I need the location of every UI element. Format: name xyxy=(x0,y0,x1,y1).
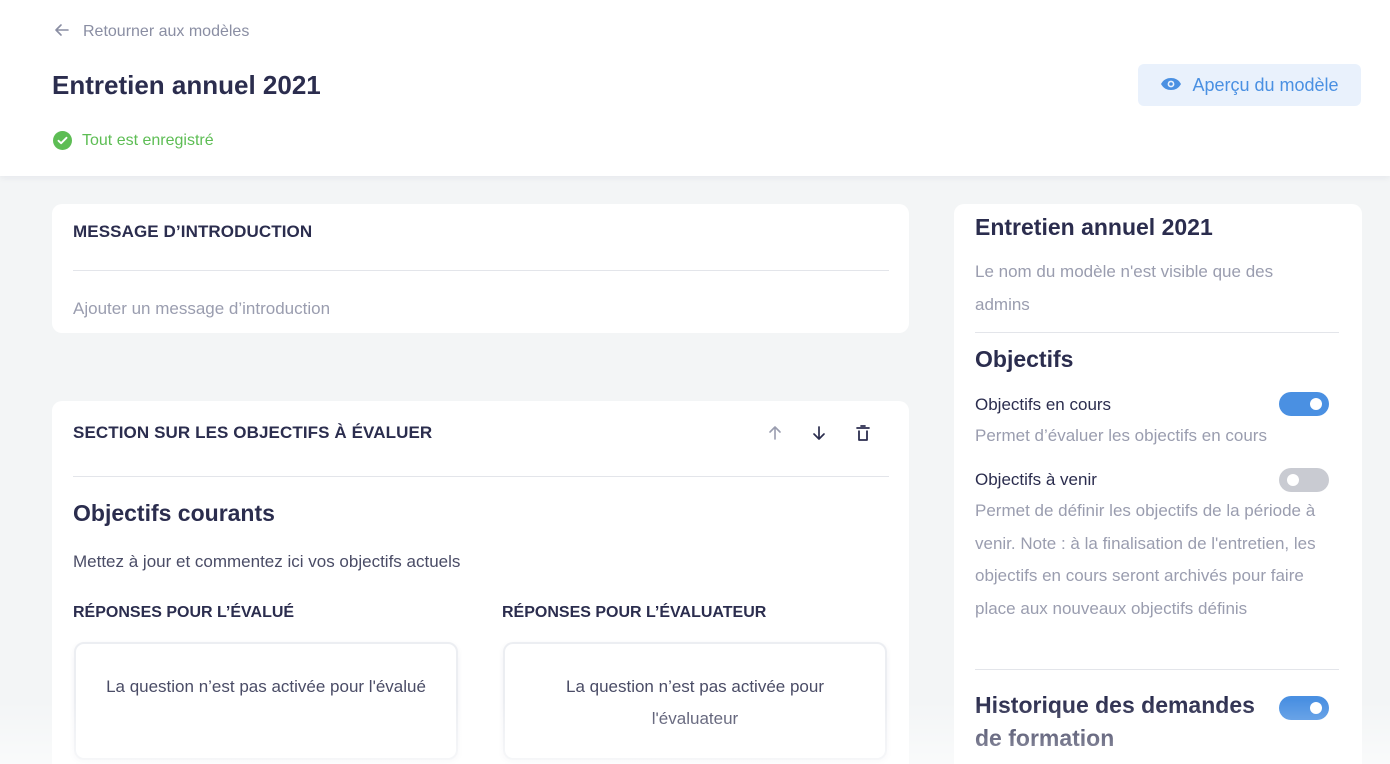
section-heading: SECTION SUR LES OBJECTIFS À ÉVALUER xyxy=(73,423,433,442)
save-status: Tout est enregistré xyxy=(53,131,214,150)
evaluator-answer-box: La question n’est pas activée pour l'éva… xyxy=(503,642,887,760)
upcoming-objectives-label: Objectifs à venir xyxy=(975,470,1097,489)
arrow-down-icon[interactable] xyxy=(809,423,829,443)
template-name-hint: Le nom du modèle n'est visible que des a… xyxy=(975,262,1274,314)
template-settings-panel: Entretien annuel 2021 Le nom du modèle n… xyxy=(954,204,1362,764)
check-circle-icon xyxy=(53,131,72,150)
divider xyxy=(975,669,1339,670)
upcoming-objectives-description: Permet de définir les objectifs de la pé… xyxy=(975,501,1316,618)
divider xyxy=(73,270,889,271)
training-history-title: Historique des demandes de formation xyxy=(975,692,1255,751)
current-objectives-toggle[interactable] xyxy=(1279,392,1329,416)
top-bar: Retourner aux modèles Entretien annuel 2… xyxy=(0,0,1390,176)
evaluator-answers-heading: RÉPONSES POUR L’ÉVALUATEUR xyxy=(502,604,767,621)
evaluee-answer-box: La question n’est pas activée pour l'éva… xyxy=(74,642,458,760)
objectives-settings-title: Objectifs xyxy=(975,346,1074,372)
current-objectives-label: Objectifs en cours xyxy=(975,395,1112,414)
trash-icon[interactable] xyxy=(853,423,873,443)
back-to-templates-link[interactable]: Retourner aux modèles xyxy=(53,22,249,42)
objectives-section-card: SECTION SUR LES OBJECTIFS À ÉVALUER Obje… xyxy=(52,401,909,764)
back-link-label: Retourner aux modèles xyxy=(83,23,250,40)
divider xyxy=(975,332,1339,333)
current-objectives-description: Permet d’évaluer les objectifs en cours xyxy=(975,426,1267,445)
intro-heading: MESSAGE D’INTRODUCTION xyxy=(73,222,313,241)
divider xyxy=(73,476,889,477)
intro-message-card: MESSAGE D’INTRODUCTION Ajouter un messag… xyxy=(52,204,909,333)
page-title: Entretien annuel 2021 xyxy=(52,70,321,100)
arrow-left-icon xyxy=(53,21,71,44)
section-actions xyxy=(765,423,873,443)
intro-message-input[interactable]: Ajouter un message d’introduction xyxy=(73,299,330,319)
save-status-label: Tout est enregistré xyxy=(82,131,214,149)
preview-button-label: Aperçu du modèle xyxy=(1192,74,1339,95)
template-preview-button[interactable]: Aperçu du modèle xyxy=(1138,64,1361,106)
objectives-description: Mettez à jour et commentez ici vos objec… xyxy=(73,552,461,571)
training-history-toggle[interactable] xyxy=(1279,696,1329,720)
objectives-subtitle: Objectifs courants xyxy=(73,500,275,526)
upcoming-objectives-toggle[interactable] xyxy=(1279,468,1329,492)
evaluee-answers-heading: RÉPONSES POUR L’ÉVALUÉ xyxy=(73,604,295,621)
template-name[interactable]: Entretien annuel 2021 xyxy=(975,214,1213,241)
eye-icon xyxy=(1160,75,1182,96)
arrow-up-icon[interactable] xyxy=(765,423,785,443)
